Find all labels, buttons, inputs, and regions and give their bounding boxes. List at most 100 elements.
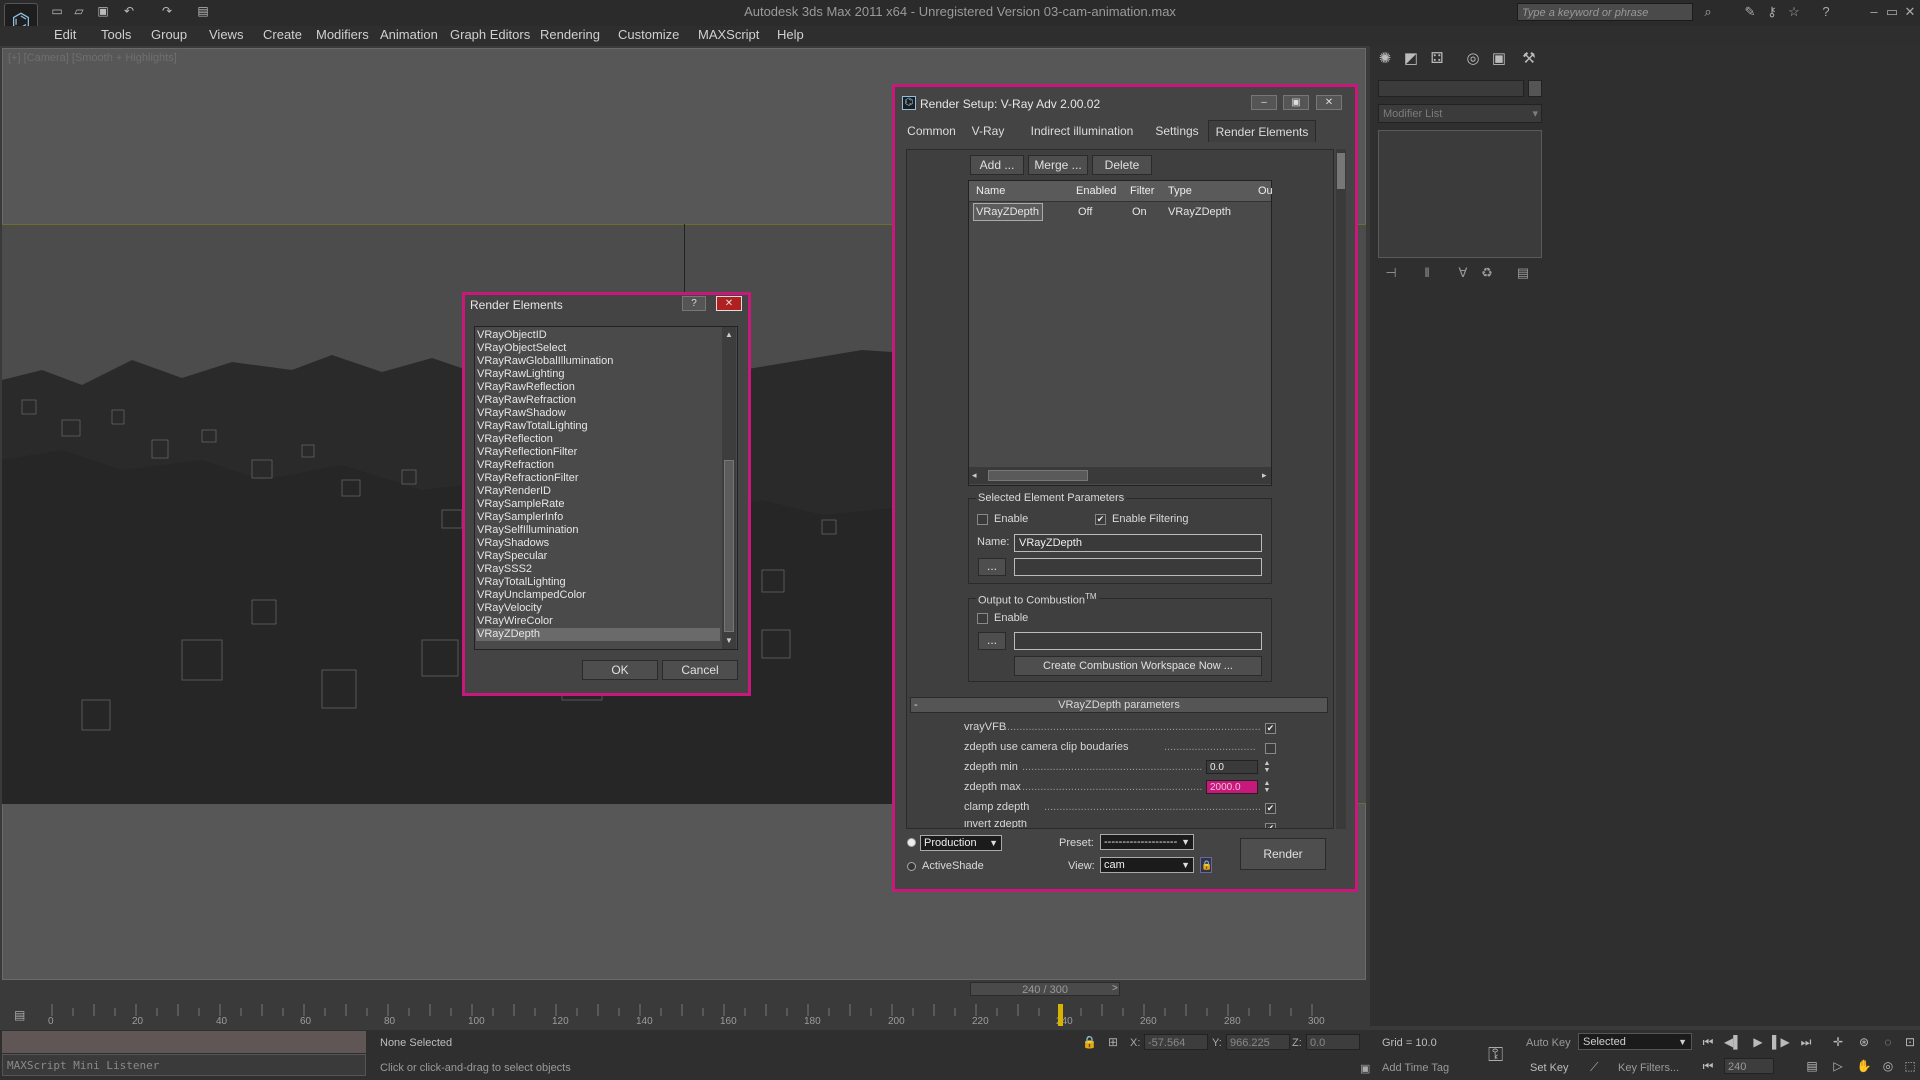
element-output-path-field[interactable] <box>1014 558 1262 576</box>
scroll-right-icon[interactable]: ▸ <box>1262 470 1267 481</box>
list-item[interactable]: VRaySelfIllumination <box>477 524 579 537</box>
z-coordinate-field[interactable]: 0.0 <box>1306 1034 1360 1050</box>
enable-filtering-checkbox[interactable]: ✔ <box>1095 514 1106 525</box>
list-item[interactable]: VRayRawRefraction <box>477 394 576 407</box>
time-configuration-icon[interactable]: ▤ <box>1804 1058 1820 1074</box>
object-name-field[interactable] <box>1378 80 1524 97</box>
cancel-button[interactable]: Cancel <box>662 660 738 680</box>
zdepth-rollout-header[interactable] <box>910 697 1328 713</box>
column-type[interactable]: Type <box>1168 185 1192 197</box>
key-icon[interactable]: ⚷ <box>1764 4 1780 20</box>
remove-modifier-icon[interactable]: ♻ <box>1478 264 1496 282</box>
tab-indirect-illumination[interactable]: Indirect illumination <box>1018 120 1146 142</box>
pan-icon[interactable]: ✋ <box>1856 1058 1872 1074</box>
favorites-star-icon[interactable]: ☆ <box>1786 4 1802 20</box>
search-input[interactable]: Type a keyword or phrase <box>1517 3 1693 21</box>
modifier-list-dropdown[interactable]: Modifier List ▾ <box>1378 104 1542 123</box>
list-item[interactable]: VRaySSS2 <box>477 563 532 576</box>
set-key-icon[interactable]: ⚿ <box>1488 1044 1503 1067</box>
horizontal-scroll-thumb[interactable] <box>988 470 1088 481</box>
browse-output-button[interactable]: ... <box>978 558 1006 576</box>
rollout-collapse-icon[interactable]: - <box>914 699 918 711</box>
zdepth-min-spinner[interactable]: 0.0 <box>1206 760 1258 774</box>
tab-vray[interactable]: V-Ray <box>962 120 1014 142</box>
column-output[interactable]: Ou <box>1258 185 1273 197</box>
activeshade-radio[interactable] <box>907 862 916 871</box>
invert-zdepth-checkbox[interactable]: ✔ <box>1265 823 1276 828</box>
previous-frame-icon[interactable]: ◀▌ <box>1724 1034 1742 1050</box>
list-item[interactable]: VRayRawShadow <box>477 407 566 420</box>
hierarchy-tab-icon[interactable]: ⚃ <box>1428 50 1446 68</box>
close-button[interactable]: ✕ <box>716 296 742 311</box>
make-unique-icon[interactable]: ∀ <box>1454 264 1472 282</box>
y-coordinate-field[interactable]: 966.225 <box>1226 1034 1290 1050</box>
motion-tab-icon[interactable]: ◎ <box>1464 50 1482 68</box>
table-cell-filter[interactable]: On <box>1132 206 1147 218</box>
close-icon[interactable]: ✕ <box>1902 4 1918 20</box>
configure-modifier-sets-icon[interactable]: ▤ <box>1514 264 1532 282</box>
tab-render-elements[interactable]: Render Elements <box>1208 120 1316 142</box>
list-item[interactable]: VRayRefraction <box>477 459 554 472</box>
field-of-view-icon[interactable]: ▷ <box>1830 1058 1846 1074</box>
column-filter[interactable]: Filter <box>1130 185 1154 197</box>
render-setup-scrollbar[interactable] <box>1336 149 1346 829</box>
table-cell-name[interactable]: VRayZDepth <box>976 206 1039 218</box>
current-time-marker[interactable] <box>1058 1004 1063 1026</box>
ok-button[interactable]: OK <box>582 660 658 680</box>
merge-element-button[interactable]: Merge ... <box>1028 155 1088 175</box>
help-button[interactable]: ? <box>682 296 706 311</box>
lock-view-icon[interactable]: 🔒 <box>1200 857 1212 873</box>
spinner-arrows-icon[interactable]: ▲ ▼ <box>1262 780 1272 794</box>
production-dropdown[interactable]: Production ▼ <box>920 835 1002 851</box>
selection-lock-icon[interactable]: 🔒 <box>1082 1035 1097 1049</box>
zoom-all-icon[interactable]: ⊛ <box>1856 1034 1872 1050</box>
menu-rendering[interactable]: Rendering <box>540 27 600 42</box>
default-in-out-tangents-icon[interactable]: ⟋ <box>1590 1060 1598 1075</box>
time-tag-icon[interactable]: ▣ <box>1360 1062 1370 1075</box>
camera-clip-checkbox[interactable] <box>1265 743 1276 754</box>
combustion-path-field[interactable] <box>1014 632 1262 650</box>
clamp-zdepth-checkbox[interactable]: ✔ <box>1265 803 1276 814</box>
help-icon[interactable]: ? <box>1818 4 1834 20</box>
list-item[interactable]: VRayObjectID <box>477 329 547 342</box>
menu-create[interactable]: Create <box>263 27 302 42</box>
maximize-viewport-icon[interactable]: ⊡ <box>1902 1034 1918 1050</box>
key-mode-toggle-icon[interactable]: ⏮ <box>1700 1058 1716 1074</box>
go-to-end-icon[interactable]: ⏭ <box>1798 1034 1814 1050</box>
minimize-icon[interactable]: – <box>1866 4 1882 20</box>
restore-icon[interactable]: ▭ <box>1884 4 1900 20</box>
play-icon[interactable]: ▶ <box>1750 1034 1766 1050</box>
add-element-button[interactable]: Add ... <box>970 155 1024 175</box>
object-color-swatch[interactable] <box>1528 80 1542 97</box>
time-slider[interactable]: 240 / 300 <box>970 982 1120 996</box>
list-item[interactable]: VRayRawTotalLighting <box>477 420 588 433</box>
list-item[interactable]: VRayRawLighting <box>477 368 564 381</box>
current-frame-field[interactable]: 240 <box>1724 1058 1774 1074</box>
view-dropdown[interactable]: cam ▼ <box>1100 857 1194 873</box>
list-item[interactable]: VRayWireColor <box>477 615 553 628</box>
orbit-icon[interactable]: ◌ <box>1880 1034 1896 1050</box>
tab-settings[interactable]: Settings <box>1150 120 1204 142</box>
list-item[interactable]: VRayTotalLighting <box>477 576 566 589</box>
close-icon[interactable]: ✕ <box>1316 95 1342 110</box>
maximize-toggle-icon[interactable]: ⬚ <box>1902 1058 1918 1074</box>
table-cell-enabled[interactable]: Off <box>1078 206 1092 218</box>
list-item[interactable]: VRayObjectSelect <box>477 342 566 355</box>
list-item[interactable]: VRayVelocity <box>477 602 542 615</box>
next-frame-icon[interactable]: > <box>1112 983 1118 994</box>
mini-curve-editor-icon[interactable]: ▤ <box>14 1008 25 1022</box>
table-cell-type[interactable]: VRayZDepth <box>1168 206 1231 218</box>
menu-edit[interactable]: Edit <box>54 27 76 42</box>
list-item[interactable]: VRayUnclampedColor <box>477 589 586 602</box>
list-item[interactable]: VRayRefractionFilter <box>477 472 578 485</box>
key-filter-selection-dropdown[interactable]: Selected ▼ <box>1578 1033 1692 1050</box>
show-end-result-icon[interactable]: ‖ <box>1418 264 1436 282</box>
list-item[interactable]: VRayShadows <box>477 537 549 550</box>
enable-checkbox[interactable] <box>977 514 988 525</box>
zoom-icon[interactable]: ✛ <box>1830 1034 1846 1050</box>
viewport-label[interactable]: [+] [Camera] [Smooth + Highlights] <box>8 52 177 64</box>
listbox-scroll-thumb[interactable] <box>724 460 734 632</box>
utilities-tab-icon[interactable]: ⚒ <box>1520 50 1538 68</box>
x-coordinate-field[interactable]: -57.564 <box>1144 1034 1208 1050</box>
list-item[interactable]: VRayRawReflection <box>477 381 575 394</box>
